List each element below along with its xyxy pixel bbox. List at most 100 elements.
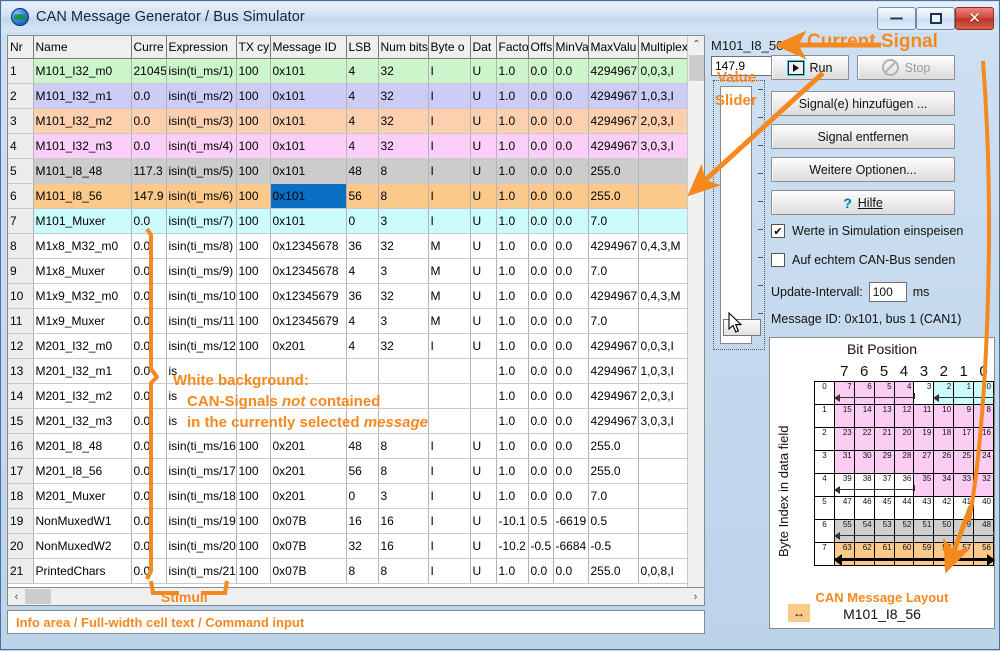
cell-expression[interactable]: isin(ti_ms/8) [166, 233, 237, 259]
grid-vertical-scrollbar[interactable]: ⌃ ⌄ [687, 36, 704, 604]
cell-nr[interactable]: 17 [8, 458, 34, 484]
cell-nr[interactable]: 19 [8, 508, 34, 534]
scroll-up-icon[interactable]: ⌃ [688, 36, 704, 53]
col-header-min-value[interactable]: MinVa [553, 36, 589, 59]
cell-multiplex[interactable]: 0,0,3,I [638, 333, 690, 359]
cell-current[interactable]: 0.0 [131, 383, 167, 409]
cell-byte-order[interactable] [428, 408, 471, 434]
bit-cell-6[interactable]: 6 [853, 381, 875, 405]
cell-name[interactable]: M201_I32_m1 [33, 358, 132, 384]
cell-current[interactable]: 0.0 [131, 483, 167, 509]
cell-lsb[interactable]: 32 [346, 533, 379, 559]
cell-name[interactable]: M201_I32_m0 [33, 333, 132, 359]
grid-horizontal-scrollbar[interactable]: ‹ › [7, 587, 705, 606]
cell-current[interactable]: 21045 [131, 58, 167, 84]
cell-message-id[interactable]: 0x201 [270, 333, 347, 359]
bit-cell-29[interactable]: 29 [873, 450, 895, 474]
cell-min-value[interactable]: 0.0 [553, 183, 589, 209]
cell-nr[interactable]: 16 [8, 433, 34, 459]
cell-lsb[interactable]: 4 [346, 83, 379, 109]
cell-num-bits[interactable]: 8 [378, 458, 429, 484]
cell-byte-order[interactable]: I [428, 483, 471, 509]
cell-factor[interactable]: 1.0 [496, 483, 529, 509]
cell-message-id[interactable]: 0x12345678 [270, 258, 347, 284]
cell-current[interactable]: 0.0 [131, 433, 167, 459]
cell-message-id[interactable]: 0x101 [270, 133, 347, 159]
cell-offset[interactable]: 0.0 [528, 158, 554, 184]
cell-current[interactable]: 117.3 [131, 158, 167, 184]
cell-current[interactable]: 0.0 [131, 558, 167, 584]
cell-message-id[interactable]: 0x12345679 [270, 283, 347, 309]
cell-current[interactable]: 0.0 [131, 233, 167, 259]
cell-nr[interactable]: 15 [8, 408, 34, 434]
bit-cell-0[interactable]: 0 [973, 381, 994, 405]
cell-current[interactable]: 147.9 [131, 183, 167, 209]
cell-multiplex[interactable]: 1,0,3,I [638, 83, 690, 109]
cell-lsb[interactable]: 4 [346, 308, 379, 334]
cell-data-type[interactable]: U [470, 233, 497, 259]
cell-min-value[interactable]: 0.0 [553, 258, 589, 284]
cell-min-value[interactable]: -6619 [553, 508, 589, 534]
cell-max-value[interactable]: 255.0 [588, 458, 639, 484]
cell-expression[interactable]: isin(ti_ms/17 [166, 458, 237, 484]
cell-num-bits[interactable]: 32 [378, 233, 429, 259]
cell-expression[interactable]: isin(ti_ms/12 [166, 333, 237, 359]
cell-factor[interactable]: 1.0 [496, 308, 529, 334]
cell-factor[interactable]: 1.0 [496, 333, 529, 359]
cell-txcycle[interactable]: 100 [236, 483, 271, 509]
more-options-button[interactable]: Weitere Optionen... [771, 157, 955, 182]
cell-num-bits[interactable]: 8 [378, 158, 429, 184]
run-button[interactable]: Run [771, 55, 849, 80]
bit-cell-23[interactable]: 23 [833, 427, 855, 451]
cell-multiplex[interactable]: 0,0,8,I [638, 558, 690, 584]
cell-data-type[interactable]: U [470, 258, 497, 284]
maximize-button[interactable] [916, 7, 955, 30]
cell-name[interactable]: NonMuxedW2 [33, 533, 132, 559]
cell-data-type[interactable]: U [470, 533, 497, 559]
cell-lsb[interactable]: 4 [346, 58, 379, 84]
cell-factor[interactable]: 1.0 [496, 208, 529, 234]
cell-nr[interactable]: 2 [8, 83, 34, 109]
bit-layout-grid[interactable]: 76543210 0 7 6 5 4 3 2 1 0 1 15 14 13 12 11 10 9 8 2 23 22 21… [814, 363, 995, 566]
cell-data-type[interactable]: U [470, 133, 497, 159]
bit-cell-42[interactable]: 42 [933, 496, 955, 520]
remove-signal-button[interactable]: Signal entfernen [771, 124, 955, 149]
cell-multiplex[interactable]: 3,0,3,I [638, 133, 690, 159]
cell-offset[interactable]: 0.0 [528, 308, 554, 334]
cell-current[interactable]: 0.0 [131, 83, 167, 109]
cell-name[interactable]: M101_I8_48 [33, 158, 132, 184]
cell-expression[interactable]: isin(ti_ms/5) [166, 158, 237, 184]
cell-max-value[interactable]: 255.0 [588, 158, 639, 184]
cell-data-type[interactable]: U [470, 208, 497, 234]
cell-nr[interactable]: 14 [8, 383, 34, 409]
cell-byte-order[interactable]: I [428, 533, 471, 559]
cell-lsb[interactable]: 4 [346, 108, 379, 134]
cell-num-bits[interactable]: 3 [378, 308, 429, 334]
cell-message-id[interactable]: 0x101 [270, 58, 347, 84]
cell-multiplex[interactable] [638, 533, 690, 559]
value-slider[interactable] [713, 80, 765, 350]
bit-cell-32[interactable]: 32 [973, 473, 994, 497]
cell-data-type[interactable]: U [470, 283, 497, 309]
cell-data-type[interactable]: U [470, 433, 497, 459]
cell-multiplex[interactable]: 0,4,3,M [638, 283, 690, 309]
cell-txcycle[interactable]: 100 [236, 458, 271, 484]
cell-current[interactable]: 0.0 [131, 258, 167, 284]
bit-cell-21[interactable]: 21 [873, 427, 895, 451]
cell-offset[interactable]: 0.0 [528, 458, 554, 484]
cell-byte-order[interactable]: I [428, 333, 471, 359]
cell-lsb[interactable]: 0 [346, 208, 379, 234]
cell-multiplex[interactable] [638, 458, 690, 484]
cell-lsb[interactable]: 36 [346, 233, 379, 259]
cell-min-value[interactable]: 0.0 [553, 233, 589, 259]
cell-offset[interactable]: 0.0 [528, 283, 554, 309]
cell-max-value[interactable]: 4294967 [588, 408, 639, 434]
value-slider-track[interactable] [720, 86, 761, 344]
cell-factor[interactable]: 1.0 [496, 233, 529, 259]
cell-expression[interactable]: isin(ti_ms/6) [166, 183, 237, 209]
cell-offset[interactable]: 0.0 [528, 258, 554, 284]
cell-min-value[interactable]: 0.0 [553, 483, 589, 509]
cell-name[interactable]: M1x9_Muxer [33, 308, 132, 334]
cell-current[interactable]: 0.0 [131, 308, 167, 334]
col-header-lsb[interactable]: LSB [346, 36, 379, 59]
